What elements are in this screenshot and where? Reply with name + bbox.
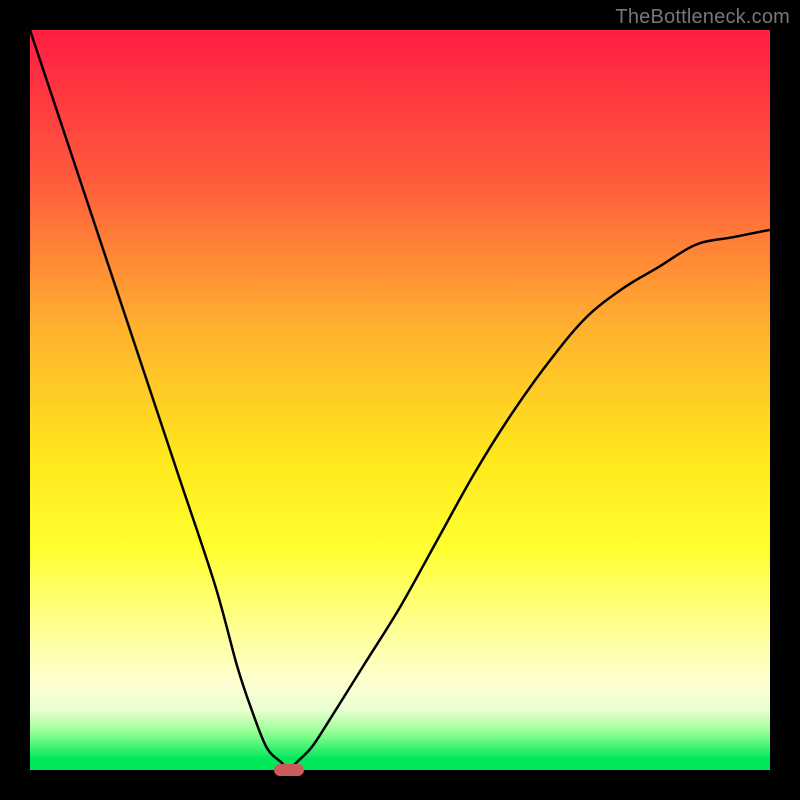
watermark-text: TheBottleneck.com bbox=[615, 6, 790, 29]
bottleneck-curve bbox=[30, 30, 770, 770]
chart-plot-area bbox=[30, 30, 770, 770]
optimal-marker bbox=[274, 764, 304, 776]
